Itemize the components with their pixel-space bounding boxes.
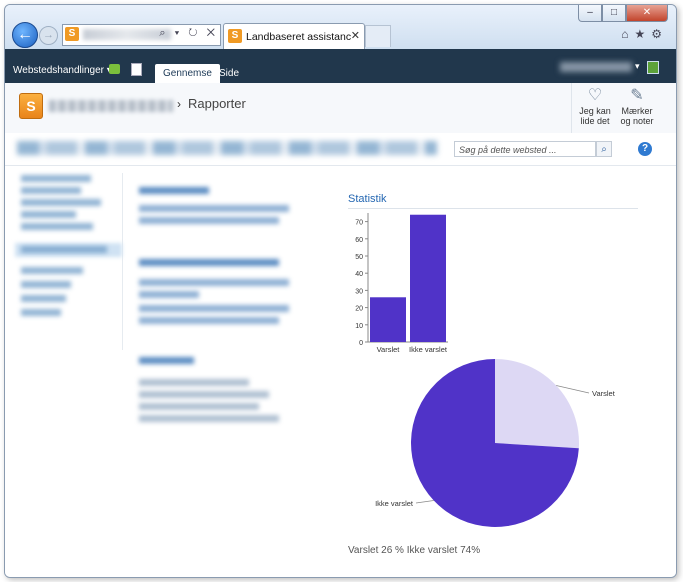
maximize-button[interactable]: □ xyxy=(602,5,626,22)
breadcrumb-separator: › xyxy=(177,97,181,111)
y-tick-label: 20 xyxy=(355,306,363,313)
tools-gear-icon[interactable]: ⚙ xyxy=(651,27,668,41)
section-heading-blurred xyxy=(139,259,279,266)
address-bar[interactable]: S ⌕ ▾ ↻ ✕ xyxy=(62,24,221,46)
favorites-star-icon[interactable]: ★ xyxy=(634,27,651,41)
tags-label: Mærker og noter xyxy=(620,106,654,126)
pie-slice-0 xyxy=(495,359,579,449)
bar-chart: 0 10 20 30 40 50 60 70 Varslet Ikke varslet xyxy=(335,208,455,363)
y-tick-label: 0 xyxy=(359,340,363,347)
info-text-blurred xyxy=(139,415,279,422)
close-window-button[interactable]: ✕ xyxy=(626,5,668,22)
y-tick-label: 40 xyxy=(355,271,363,278)
pie-label: Ikke varslet xyxy=(375,499,414,508)
nav-link-blurred[interactable] xyxy=(21,309,61,316)
minimize-button[interactable]: – xyxy=(578,5,602,22)
forward-arrow-icon: → xyxy=(43,29,54,41)
page-title: Rapporter xyxy=(188,96,246,111)
report-link-blurred[interactable] xyxy=(139,279,289,286)
page-content: S › Rapporter ♡ Jeg kan lide det ✎ Mærke… xyxy=(5,83,676,577)
breadcrumb-site-blurred[interactable] xyxy=(49,100,173,112)
info-text-blurred xyxy=(139,391,269,398)
info-text-blurred xyxy=(139,403,259,410)
nav-link-blurred[interactable] xyxy=(21,246,107,253)
pie-chart: Varslet Ikke varslet xyxy=(335,358,635,548)
browser-chrome: – □ ✕ ← → S ⌕ ▾ ↻ ✕ S Landbaseret assist… xyxy=(5,5,676,49)
x-tick-label: Ikke varslet xyxy=(409,345,448,354)
header-divider xyxy=(571,83,572,133)
bar-1 xyxy=(410,214,446,342)
nav-link-blurred[interactable] xyxy=(21,281,71,288)
home-icon[interactable]: ⌂ xyxy=(621,27,634,41)
y-tick-label: 50 xyxy=(355,254,363,261)
tag-icon: ✎ xyxy=(630,87,644,104)
site-actions-menu[interactable]: Webstedshandlinger ▾ xyxy=(13,65,112,76)
site-logo-icon[interactable]: S xyxy=(19,93,43,119)
top-navigation: Søg på dette websted ... ⌕ ? xyxy=(5,133,676,166)
forward-button[interactable]: → xyxy=(39,26,58,45)
quick-launch-blurred xyxy=(15,173,123,350)
y-tick-label: 10 xyxy=(355,323,363,330)
sync-icon[interactable] xyxy=(647,61,659,74)
navigate-up-icon[interactable] xyxy=(109,64,120,74)
back-button[interactable]: ← xyxy=(12,22,38,48)
search-input[interactable]: Søg på dette websted ... xyxy=(454,141,596,157)
address-url-blurred xyxy=(83,29,171,40)
y-tick-label: 70 xyxy=(355,220,363,227)
browser-toolbar-icons: ⌂★⚙ xyxy=(621,27,668,41)
percent-summary: Varslet 26 % Ikke varslet 74% xyxy=(348,545,481,556)
browser-window: – □ ✕ ← → S ⌕ ▾ ↻ ✕ S Landbaseret assist… xyxy=(4,4,677,578)
tab-favicon-icon: S xyxy=(228,29,242,43)
nav-link-blurred[interactable] xyxy=(21,175,91,182)
webpart-title: Statistik xyxy=(348,193,387,205)
nav-link-blurred[interactable] xyxy=(21,187,81,194)
info-text-blurred xyxy=(139,379,249,386)
pie-label: Varslet xyxy=(592,389,616,398)
window-controls: – □ ✕ xyxy=(578,5,668,22)
report-link-blurred[interactable] xyxy=(139,317,279,324)
sharepoint-favicon-icon: S xyxy=(65,27,79,41)
tab-side[interactable]: Side xyxy=(211,64,247,83)
page-header: S › Rapporter ♡ Jeg kan lide det ✎ Mærke… xyxy=(5,83,676,134)
nav-link-blurred[interactable] xyxy=(21,295,66,302)
tags-notes-button[interactable]: ✎ Mærker og noter xyxy=(617,87,657,126)
edit-page-icon[interactable] xyxy=(131,63,142,76)
report-link-blurred[interactable] xyxy=(139,305,289,312)
like-button[interactable]: ♡ Jeg kan lide det xyxy=(576,87,614,126)
report-link-blurred[interactable] xyxy=(139,205,289,212)
sharepoint-ribbon: Webstedshandlinger ▾ Gennemse Side ▾ xyxy=(5,49,676,83)
tab-close-icon[interactable]: ✕ xyxy=(351,29,360,42)
y-tick-label: 30 xyxy=(355,288,363,295)
report-link-blurred[interactable] xyxy=(139,291,199,298)
pie-chart-svg: Varslet Ikke varslet xyxy=(375,359,616,527)
nav-link-blurred[interactable] xyxy=(21,199,101,206)
section-heading-blurred xyxy=(139,357,194,364)
bar-0 xyxy=(370,297,406,342)
y-tick-label: 60 xyxy=(355,237,363,244)
section-heading-blurred xyxy=(139,187,209,194)
x-tick-label: Varslet xyxy=(377,345,401,354)
back-arrow-icon: ← xyxy=(17,26,33,43)
tab-title: Landbaseret assistance - Ra... xyxy=(246,31,351,43)
search-icon[interactable]: ⌕ xyxy=(596,141,612,157)
report-link-blurred[interactable] xyxy=(139,217,279,224)
nav-link-blurred[interactable] xyxy=(21,223,93,230)
user-menu-caret-icon[interactable]: ▾ xyxy=(635,61,640,72)
bar-chart-svg: 0 10 20 30 40 50 60 70 Varslet Ikke varslet xyxy=(355,213,448,354)
browser-tab[interactable]: S Landbaseret assistance - Ra... ✕ xyxy=(223,23,365,49)
like-label: Jeg kan lide det xyxy=(579,106,611,126)
top-nav-links-blurred[interactable] xyxy=(17,141,437,155)
user-name-blurred[interactable] xyxy=(560,62,632,72)
nav-link-blurred[interactable] xyxy=(21,267,83,274)
nav-link-blurred[interactable] xyxy=(21,211,76,218)
address-actions-icon[interactable]: ⌕ ▾ ↻ ✕ xyxy=(159,27,218,40)
pie-label-leader xyxy=(415,500,434,504)
thumbs-up-tag-icon: ♡ xyxy=(587,87,603,104)
help-icon[interactable]: ? xyxy=(638,142,652,156)
report-list-blurred xyxy=(131,187,331,477)
new-tab-button[interactable] xyxy=(365,25,391,47)
